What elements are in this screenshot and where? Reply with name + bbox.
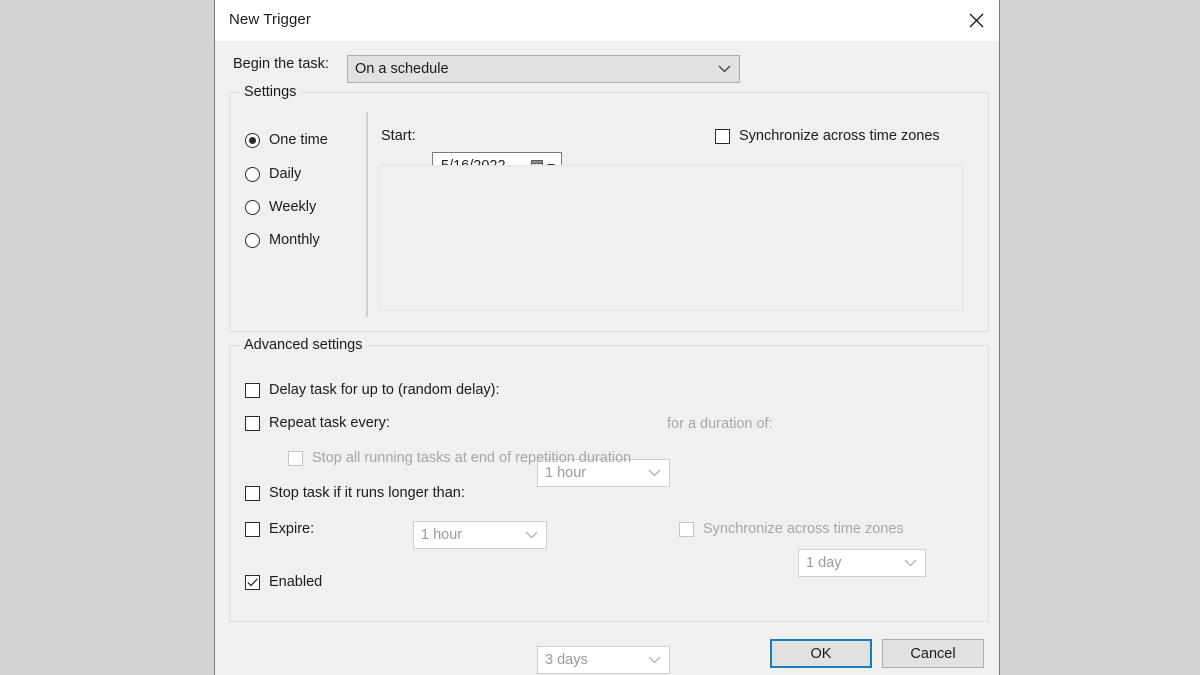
ok-button[interactable]: OK <box>770 639 872 668</box>
enabled-row[interactable]: Enabled <box>245 574 322 590</box>
radio-monthly-label: Monthly <box>269 232 320 248</box>
radio-one-time-label: One time <box>269 132 328 148</box>
radio-one-time-indicator <box>245 132 260 148</box>
title-bar: New Trigger <box>215 0 999 41</box>
radio-daily[interactable]: Daily <box>245 166 301 182</box>
settings-group-title: Settings <box>240 84 302 100</box>
expire-checkbox[interactable] <box>245 521 260 537</box>
stop-all-running-row[interactable]: Stop all running tasks at end of repetit… <box>288 450 631 466</box>
delay-task-checkbox[interactable] <box>245 382 260 398</box>
window-title: New Trigger <box>229 11 311 28</box>
radio-monthly-indicator <box>245 232 260 248</box>
expire-sync-label: Synchronize across time zones <box>703 521 904 537</box>
repeat-duration-combobox[interactable]: 1 day <box>798 549 926 577</box>
stop-task-longer-checkbox[interactable] <box>245 485 260 501</box>
radio-weekly-label: Weekly <box>269 199 317 215</box>
sync-time-zones-start-label: Synchronize across time zones <box>739 128 940 144</box>
chevron-down-icon <box>648 469 661 478</box>
start-label-wrap: Start: <box>381 128 416 144</box>
delay-task-value: 1 hour <box>545 465 587 481</box>
repeat-task-checkbox[interactable] <box>245 415 260 431</box>
radio-daily-indicator <box>245 166 260 182</box>
begin-task-value: On a schedule <box>355 61 449 77</box>
radio-daily-label: Daily <box>269 166 302 182</box>
sync-time-zones-start-checkbox[interactable] <box>715 128 730 144</box>
expire-label: Expire: <box>269 521 315 537</box>
close-button[interactable] <box>953 0 999 41</box>
repeat-task-label: Repeat task every: <box>269 415 390 431</box>
radio-weekly-indicator <box>245 199 260 215</box>
radio-one-time[interactable]: One time <box>245 132 328 148</box>
check-icon <box>247 577 258 587</box>
sync-time-zones-start[interactable]: Synchronize across time zones <box>715 128 940 144</box>
enabled-label: Enabled <box>269 574 323 590</box>
radio-monthly[interactable]: Monthly <box>245 232 320 248</box>
stop-all-running-checkbox[interactable] <box>288 450 303 466</box>
repeat-duration-label-wrap: for a duration of: <box>667 416 773 432</box>
radio-weekly[interactable]: Weekly <box>245 199 316 215</box>
repeat-interval-value: 1 hour <box>421 527 463 543</box>
begin-task-combobox[interactable]: On a schedule <box>347 55 740 83</box>
chevron-down-icon <box>525 531 538 540</box>
start-label: Start: <box>381 128 416 144</box>
begin-task-row: Begin the task: <box>233 56 329 72</box>
repeat-duration-label: for a duration of: <box>667 416 773 432</box>
settings-divider <box>366 112 368 317</box>
cancel-button-label: Cancel <box>910 645 956 662</box>
screen: New Trigger Begin the task: On a schedul… <box>0 0 1200 675</box>
delay-task-row[interactable]: Delay task for up to (random delay): <box>245 382 500 398</box>
stop-all-running-label: Stop all running tasks at end of repetit… <box>312 450 632 466</box>
repeat-duration-value: 1 day <box>806 555 842 571</box>
expire-sync-row[interactable]: Synchronize across time zones <box>679 521 904 537</box>
cancel-button[interactable]: Cancel <box>882 639 984 668</box>
stop-task-longer-label: Stop task if it runs longer than: <box>269 485 465 501</box>
delay-task-label: Delay task for up to (random delay): <box>269 382 500 398</box>
ok-button-label: OK <box>810 645 832 662</box>
expire-row[interactable]: Expire: <box>245 521 314 537</box>
stop-task-longer-combobox[interactable]: 3 days <box>537 646 670 674</box>
expire-sync-checkbox[interactable] <box>679 521 694 537</box>
enabled-checkbox[interactable] <box>245 574 260 590</box>
schedule-detail-panel <box>379 165 963 311</box>
chevron-down-icon <box>904 559 917 568</box>
new-trigger-dialog: New Trigger Begin the task: On a schedul… <box>214 0 1000 675</box>
chevron-down-icon <box>648 656 661 665</box>
close-icon <box>969 13 984 28</box>
stop-task-longer-row[interactable]: Stop task if it runs longer than: <box>245 485 465 501</box>
advanced-group-title: Advanced settings <box>240 337 368 353</box>
stop-task-longer-value: 3 days <box>545 652 588 668</box>
begin-task-label: Begin the task: <box>233 56 329 72</box>
repeat-interval-combobox[interactable]: 1 hour <box>413 521 547 549</box>
repeat-task-row[interactable]: Repeat task every: <box>245 415 390 431</box>
chevron-down-icon <box>718 65 731 74</box>
